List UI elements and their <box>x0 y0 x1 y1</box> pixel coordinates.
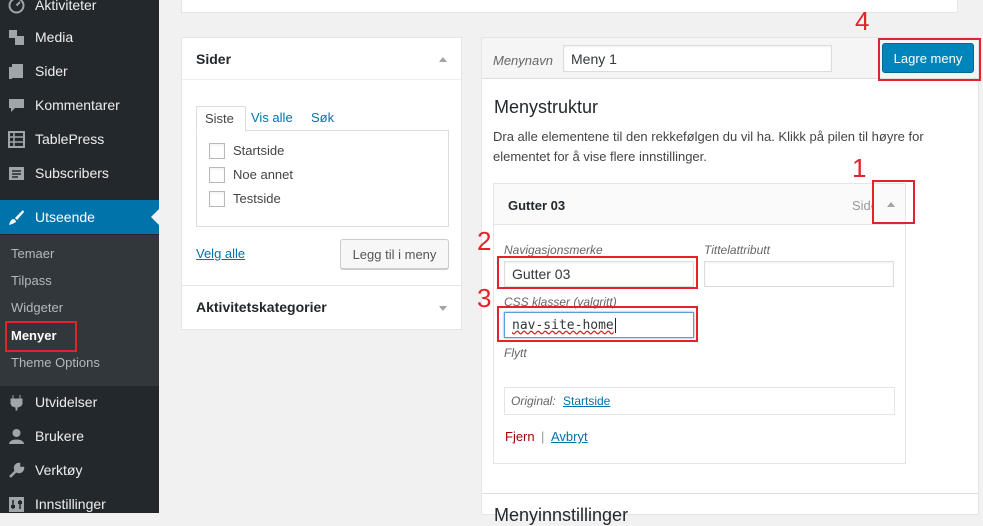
sidebar-item-utvidelser[interactable]: Utvidelser <box>0 385 159 419</box>
sidebar-item-subscribers[interactable]: Subscribers <box>0 156 159 190</box>
dashboard-icon <box>8 0 25 14</box>
page-list-panel: Startside Noe annet Testside <box>196 130 449 227</box>
expand-arrow-icon[interactable] <box>439 306 447 311</box>
link-separator: | <box>541 429 545 444</box>
submenu-item-widgeter[interactable]: Widgeter <box>11 300 63 315</box>
menu-instructions: Dra alle elementene til den rekkefølgen … <box>493 129 924 164</box>
page-checkbox[interactable] <box>209 143 225 159</box>
submenu-item-theme-options[interactable]: Theme Options <box>11 355 100 370</box>
users-icon <box>8 428 25 445</box>
submenu-item-tilpass[interactable]: Tilpass <box>11 273 52 288</box>
select-all-link[interactable]: Velg alle <box>196 246 245 261</box>
table-icon <box>8 130 25 148</box>
original-label: Original: <box>511 394 556 408</box>
divider <box>482 493 978 494</box>
sidebar-item-label: Innstillinger <box>35 496 106 512</box>
annotation-number-1: 1 <box>852 153 867 183</box>
sidebar-item-utseende[interactable]: Utseende <box>0 200 159 234</box>
activity-categories-metabox[interactable]: Aktivitetskategorier <box>181 285 462 330</box>
annotation-toggle-box <box>872 180 915 224</box>
menu-settings-title: Menyinnstillinger <box>494 505 629 525</box>
page-label: Noe annet <box>233 167 293 182</box>
annotation-number-3: 3 <box>477 283 492 313</box>
sidebar-item-label: Utvidelser <box>35 394 98 410</box>
sidebar-item-tablepress[interactable]: TablePress <box>0 122 159 156</box>
sidebar-item-sider[interactable]: Sider <box>0 54 159 88</box>
sidebar-item-label: Media <box>35 29 74 45</box>
tab-sok[interactable]: Søk <box>311 110 334 125</box>
sidebar-item-label: Utseende <box>35 209 95 225</box>
admin-sidebar: Aktiviteter Media Sider Kommentarer Tabl… <box>0 0 159 513</box>
top-panel-cropped <box>181 0 958 13</box>
page-checkbox[interactable] <box>209 167 225 183</box>
title-attr-input[interactable] <box>704 261 894 287</box>
page-label: Startside <box>233 143 285 158</box>
title-attr-label: Tittelattributt <box>704 243 770 257</box>
sidebar-item-brukere[interactable]: Brukere <box>0 419 159 453</box>
annotation-nav-label-box <box>497 256 698 289</box>
sidebar-item-innstillinger[interactable]: Innstillinger <box>0 487 159 521</box>
submenu-item-temaer[interactable]: Temaer <box>11 246 54 261</box>
page-checkbox[interactable] <box>209 191 225 207</box>
tab-vis-alle[interactable]: Vis alle <box>251 110 293 125</box>
sidebar-item-media[interactable]: Media <box>0 20 159 54</box>
page-label: Testside <box>233 191 281 206</box>
paintbrush-icon <box>8 209 25 226</box>
annotation-menyer-box <box>5 321 77 352</box>
cancel-link[interactable]: Avbryt <box>551 429 588 444</box>
sidebar-item-label: Verktøy <box>35 462 83 478</box>
sidebar-item-label: Aktiviteter <box>35 0 97 13</box>
tools-icon <box>8 462 25 479</box>
sidebar-item-verktoy[interactable]: Verktøy <box>0 453 159 487</box>
annotation-number-4: 4 <box>855 6 870 36</box>
sidebar-item-kommentarer[interactable]: Kommentarer <box>0 88 159 122</box>
activity-categories-title: Aktivitetskategorier <box>196 299 327 315</box>
collapse-arrow-icon[interactable] <box>439 57 447 62</box>
menu-name-input[interactable]: Meny 1 <box>563 45 832 72</box>
comments-icon <box>8 97 25 114</box>
pages-metabox-title: Sider <box>196 51 232 67</box>
annotation-number-2: 2 <box>477 226 492 256</box>
sidebar-item-label: Sider <box>35 63 68 79</box>
subscribers-icon <box>8 165 25 182</box>
sidebar-item-aktiviteter[interactable]: Aktiviteter <box>0 0 159 22</box>
appearance-submenu: Temaer Tilpass Widgeter Menyer Theme Opt… <box>0 235 159 386</box>
plugins-icon <box>8 394 25 411</box>
media-icon <box>8 29 25 46</box>
remove-link[interactable]: Fjern <box>505 429 535 444</box>
nav-label-label: Navigasjonsmerke <box>504 243 603 257</box>
settings-icon <box>8 496 25 513</box>
move-label: Flytt <box>504 346 527 360</box>
pages-icon <box>8 63 25 80</box>
pages-metabox: Sider Siste Vis alle Søk Startside Noe a… <box>181 37 462 286</box>
tab-siste[interactable]: Siste <box>196 106 246 132</box>
sidebar-item-label: Kommentarer <box>35 97 120 113</box>
add-to-menu-button[interactable]: Legg til i meny <box>340 239 449 269</box>
sidebar-item-label: Brukere <box>35 428 85 444</box>
original-box: Original: Startside <box>504 387 895 415</box>
original-link[interactable]: Startside <box>563 394 610 408</box>
annotation-css-box <box>497 306 698 342</box>
divider <box>182 79 461 80</box>
menu-item-title: Gutter 03 <box>508 198 566 213</box>
menu-name-label: Menynavn <box>493 53 553 68</box>
sidebar-item-label: TablePress <box>35 131 105 147</box>
annotation-save-box <box>878 38 981 81</box>
tab-label: Siste <box>205 111 234 126</box>
menu-structure-title: Menystruktur <box>494 97 599 117</box>
sidebar-item-label: Subscribers <box>35 165 109 181</box>
